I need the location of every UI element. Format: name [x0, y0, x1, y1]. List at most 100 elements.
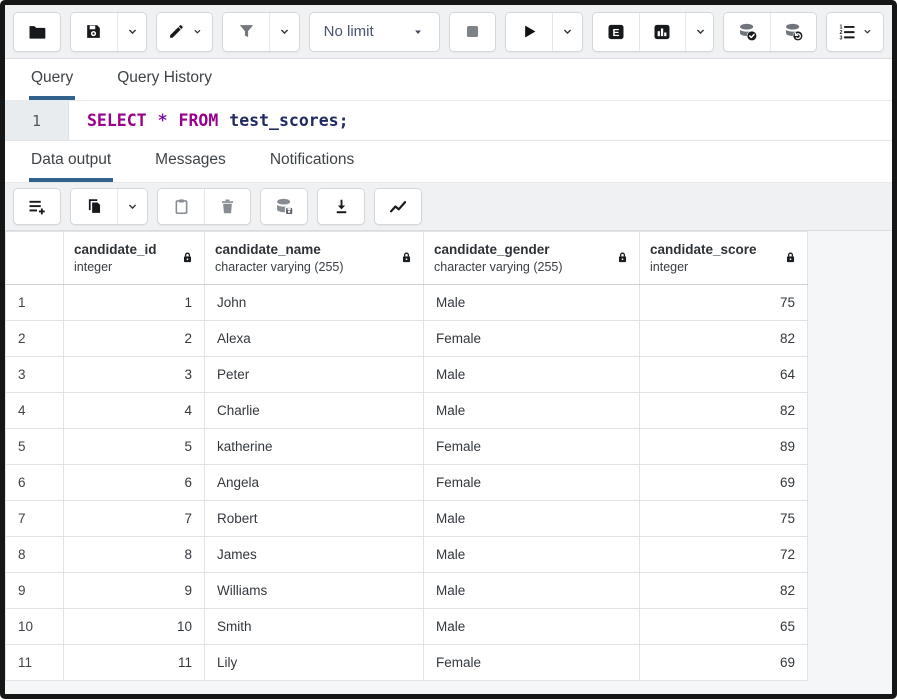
execute-button[interactable] — [506, 13, 552, 51]
candidate-id-cell[interactable]: 9 — [64, 573, 205, 609]
candidate-score-cell[interactable]: 82 — [640, 393, 808, 429]
candidate-name-cell[interactable]: Angela — [205, 465, 424, 501]
add-row-button[interactable] — [14, 189, 60, 224]
candidate-id-cell[interactable]: 11 — [64, 645, 205, 681]
candidate-id-cell[interactable]: 8 — [64, 537, 205, 573]
copy-options-button[interactable] — [117, 189, 147, 224]
row-number-cell[interactable]: 1 — [6, 285, 64, 321]
explain-options-button[interactable] — [685, 13, 715, 51]
row-number-cell[interactable]: 5 — [6, 429, 64, 465]
explain-analyze-button[interactable] — [639, 13, 685, 51]
candidate-name-cell[interactable]: Lily — [205, 645, 424, 681]
column-type: integer — [74, 259, 157, 275]
tab-messages[interactable]: Messages — [153, 141, 228, 182]
candidate-name-cell[interactable]: Alexa — [205, 321, 424, 357]
row-number-cell[interactable]: 4 — [6, 393, 64, 429]
candidate-score-cell[interactable]: 72 — [640, 537, 808, 573]
candidate-score-cell[interactable]: 64 — [640, 357, 808, 393]
column-header-candidate-name[interactable]: candidate_name character varying (255) — [205, 232, 424, 285]
explain-button[interactable]: E — [593, 13, 639, 51]
candidate-gender-cell[interactable]: Female — [424, 429, 640, 465]
folder-icon — [27, 22, 47, 42]
candidate-score-cell[interactable]: 69 — [640, 645, 808, 681]
play-icon — [520, 22, 539, 41]
row-number-cell[interactable]: 2 — [6, 321, 64, 357]
candidate-name-cell[interactable]: Smith — [205, 609, 424, 645]
candidate-score-cell[interactable]: 69 — [640, 465, 808, 501]
select-all-corner[interactable] — [6, 232, 64, 285]
candidate-score-cell[interactable]: 75 — [640, 501, 808, 537]
open-file-button[interactable] — [14, 13, 60, 51]
candidate-id-cell[interactable]: 4 — [64, 393, 205, 429]
candidate-id-cell[interactable]: 6 — [64, 465, 205, 501]
copy-button[interactable] — [71, 189, 117, 224]
save-data-changes-button[interactable] — [261, 189, 307, 224]
stop-button[interactable] — [450, 13, 496, 51]
tab-notifications-label: Notifications — [270, 151, 354, 169]
column-header-candidate-id[interactable]: candidate_id integer — [64, 232, 205, 285]
row-number-cell[interactable]: 3 — [6, 357, 64, 393]
delete-button[interactable] — [204, 189, 250, 224]
candidate-gender-cell[interactable]: Male — [424, 285, 640, 321]
commit-button[interactable] — [724, 13, 770, 51]
column-header-candidate-gender[interactable]: candidate_gender character varying (255) — [424, 232, 640, 285]
candidate-gender-cell[interactable]: Female — [424, 465, 640, 501]
candidate-score-cell[interactable]: 75 — [640, 285, 808, 321]
candidate-gender-cell[interactable]: Male — [424, 609, 640, 645]
candidate-gender-cell[interactable]: Female — [424, 645, 640, 681]
candidate-name-cell[interactable]: Robert — [205, 501, 424, 537]
paste-button[interactable] — [158, 189, 204, 224]
lock-icon — [784, 250, 797, 265]
rollback-button[interactable] — [770, 13, 816, 51]
candidate-id-cell[interactable]: 10 — [64, 609, 205, 645]
sql-editor[interactable]: 1 SELECT * FROM test_scores; — [5, 101, 892, 141]
chevron-down-icon — [278, 25, 291, 38]
candidate-name-cell[interactable]: Charlie — [205, 393, 424, 429]
candidate-gender-cell[interactable]: Male — [424, 393, 640, 429]
candidate-gender-cell[interactable]: Male — [424, 357, 640, 393]
candidate-name-cell[interactable]: James — [205, 537, 424, 573]
row-number-cell[interactable]: 11 — [6, 645, 64, 681]
save-results-to-file-button[interactable] — [318, 189, 364, 224]
save-button[interactable] — [71, 13, 117, 51]
tab-notifications[interactable]: Notifications — [268, 141, 356, 182]
row-number-cell[interactable]: 10 — [6, 609, 64, 645]
execute-options-button[interactable] — [552, 13, 582, 51]
candidate-score-cell[interactable]: 82 — [640, 321, 808, 357]
candidate-id-cell[interactable]: 2 — [64, 321, 205, 357]
row-number-cell[interactable]: 9 — [6, 573, 64, 609]
column-header-candidate-score[interactable]: candidate_score integer — [640, 232, 808, 285]
tab-query[interactable]: Query — [29, 59, 75, 100]
filter-button[interactable] — [223, 13, 269, 51]
macros-button[interactable]: 123 — [827, 13, 883, 51]
candidate-gender-cell[interactable]: Male — [424, 573, 640, 609]
tab-query-history[interactable]: Query History — [115, 59, 214, 100]
candidate-gender-cell[interactable]: Female — [424, 321, 640, 357]
candidate-name-cell[interactable]: John — [205, 285, 424, 321]
filter-icon — [237, 22, 256, 41]
save-icon — [84, 22, 103, 41]
candidate-gender-cell[interactable]: Male — [424, 537, 640, 573]
graph-visualiser-button[interactable] — [375, 189, 421, 224]
tab-data-output[interactable]: Data output — [29, 141, 113, 182]
candidate-id-cell[interactable]: 3 — [64, 357, 205, 393]
candidate-name-cell[interactable]: Peter — [205, 357, 424, 393]
candidate-name-cell[interactable]: katherine — [205, 429, 424, 465]
row-number-cell[interactable]: 6 — [6, 465, 64, 501]
row-number-cell[interactable]: 7 — [6, 501, 64, 537]
candidate-name-cell[interactable]: Williams — [205, 573, 424, 609]
copy-group — [70, 188, 148, 225]
candidate-score-cell[interactable]: 89 — [640, 429, 808, 465]
row-number-cell[interactable]: 8 — [6, 537, 64, 573]
filter-options-button[interactable] — [269, 13, 299, 51]
candidate-score-cell[interactable]: 65 — [640, 609, 808, 645]
row-limit-select[interactable]: No limit — [309, 12, 440, 52]
candidate-id-cell[interactable]: 7 — [64, 501, 205, 537]
candidate-score-cell[interactable]: 82 — [640, 573, 808, 609]
save-options-button[interactable] — [117, 13, 147, 51]
edit-button[interactable] — [157, 13, 212, 51]
candidate-gender-cell[interactable]: Male — [424, 501, 640, 537]
sql-code-line[interactable]: SELECT * FROM test_scores; — [69, 101, 349, 140]
candidate-id-cell[interactable]: 1 — [64, 285, 205, 321]
candidate-id-cell[interactable]: 5 — [64, 429, 205, 465]
